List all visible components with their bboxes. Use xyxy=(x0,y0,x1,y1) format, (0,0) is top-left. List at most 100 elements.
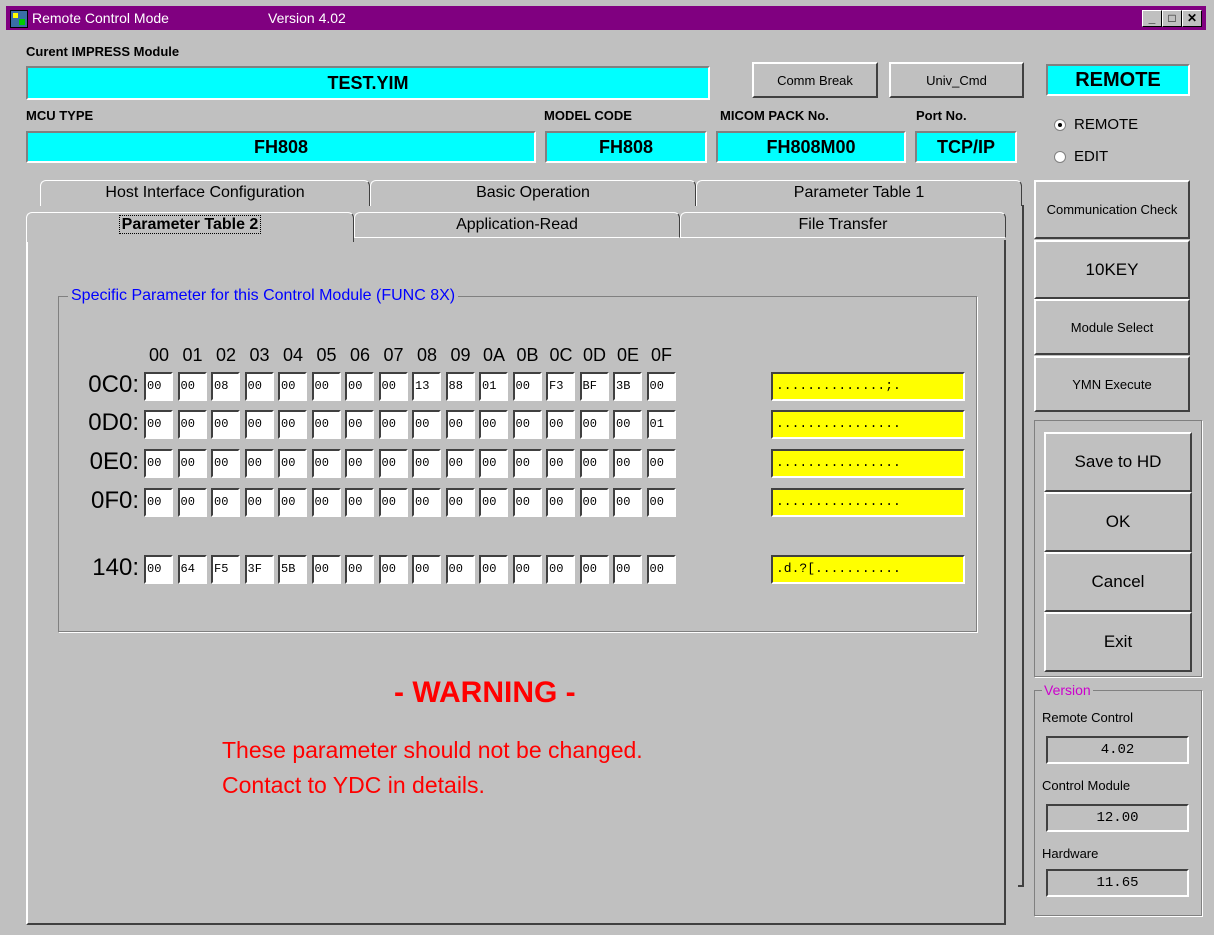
hex-byte-cell[interactable]: 00 xyxy=(613,488,642,517)
hex-byte-cell[interactable]: 00 xyxy=(613,555,642,584)
hex-byte-cell[interactable]: 00 xyxy=(579,449,609,478)
hex-byte-cell[interactable]: 00 xyxy=(646,449,676,478)
hex-byte-cell[interactable]: 00 xyxy=(244,372,274,401)
hex-byte-cell[interactable]: 5B xyxy=(278,555,307,584)
minimize-button[interactable]: _ xyxy=(1142,10,1162,27)
hex-byte-cell[interactable]: 00 xyxy=(278,410,307,439)
hex-byte-cell[interactable]: 00 xyxy=(412,488,441,517)
hex-byte-cell[interactable]: 00 xyxy=(244,488,274,517)
hex-byte-cell[interactable]: 00 xyxy=(177,372,207,401)
hex-byte-cell[interactable]: 00 xyxy=(311,488,341,517)
hex-byte-cell[interactable]: 00 xyxy=(613,410,642,439)
hex-byte-cell[interactable]: 00 xyxy=(345,555,374,584)
hex-byte-cell[interactable]: 00 xyxy=(479,410,508,439)
tab-basic-operation[interactable]: Basic Operation xyxy=(370,180,696,206)
hex-byte-cell[interactable]: 00 xyxy=(345,449,374,478)
hex-byte-cell[interactable]: 00 xyxy=(546,555,575,584)
hex-byte-cell[interactable]: 00 xyxy=(445,555,475,584)
hex-byte-cell[interactable]: 00 xyxy=(378,555,408,584)
save-to-hd-button[interactable]: Save to HD xyxy=(1044,432,1192,492)
hex-byte-cell[interactable]: 00 xyxy=(479,555,508,584)
close-button[interactable]: ✕ xyxy=(1182,10,1202,27)
hex-byte-cell[interactable]: 00 xyxy=(144,555,173,584)
title-bar[interactable]: Remote Control Mode Version 4.02 _ □ ✕ xyxy=(6,6,1206,30)
univ-cmd-button[interactable]: Univ_Cmd xyxy=(889,62,1024,98)
hex-byte-cell[interactable]: 00 xyxy=(177,410,207,439)
hex-byte-cell[interactable]: 00 xyxy=(512,372,542,401)
remote-radio[interactable]: REMOTE xyxy=(1054,116,1138,133)
hex-byte-cell[interactable]: 00 xyxy=(378,410,408,439)
hex-byte-cell[interactable]: 00 xyxy=(278,449,307,478)
hex-byte-cell[interactable]: 00 xyxy=(479,449,508,478)
hex-byte-cell[interactable]: 00 xyxy=(546,488,575,517)
hex-byte-cell[interactable]: 00 xyxy=(512,449,542,478)
tab-application-read[interactable]: Application-Read xyxy=(354,212,680,238)
hex-byte-cell[interactable]: 00 xyxy=(177,488,207,517)
hex-byte-cell[interactable]: 00 xyxy=(211,488,240,517)
hex-byte-cell[interactable]: 00 xyxy=(311,449,341,478)
hex-byte-cell[interactable]: 01 xyxy=(646,410,676,439)
tab-parameter-table-1[interactable]: Parameter Table 1 xyxy=(696,180,1022,206)
hex-byte-cell[interactable]: 00 xyxy=(144,449,173,478)
tab-file-transfer[interactable]: File Transfer xyxy=(680,212,1006,238)
hex-byte-cell[interactable]: 00 xyxy=(412,449,441,478)
hex-byte-cell[interactable]: 00 xyxy=(378,449,408,478)
hex-byte-cell[interactable]: 00 xyxy=(311,410,341,439)
edit-radio[interactable]: EDIT xyxy=(1054,148,1108,165)
hex-byte-cell[interactable]: 00 xyxy=(512,410,542,439)
hex-byte-cell[interactable]: 00 xyxy=(512,555,542,584)
hex-byte-cell[interactable]: 00 xyxy=(345,410,374,439)
tab-host-interface[interactable]: Host Interface Configuration xyxy=(40,180,370,206)
hex-byte-cell[interactable]: 00 xyxy=(546,410,575,439)
hex-byte-cell[interactable]: BF xyxy=(579,372,609,401)
communication-check-button[interactable]: Communication Check xyxy=(1034,180,1190,239)
hex-byte-cell[interactable]: 00 xyxy=(479,488,508,517)
app-icon[interactable] xyxy=(10,10,28,28)
hex-byte-cell[interactable]: 00 xyxy=(345,488,374,517)
hex-byte-cell[interactable]: 00 xyxy=(311,555,341,584)
module-select-button[interactable]: Module Select xyxy=(1034,299,1190,355)
hex-byte-cell[interactable]: 00 xyxy=(211,449,240,478)
cancel-button[interactable]: Cancel xyxy=(1044,552,1192,612)
hex-byte-cell[interactable]: 00 xyxy=(278,488,307,517)
hex-byte-cell[interactable]: 01 xyxy=(479,372,508,401)
tab-parameter-table-2[interactable]: Parameter Table 2 xyxy=(26,212,354,242)
hex-byte-cell[interactable]: 00 xyxy=(244,410,274,439)
hex-byte-cell[interactable]: 00 xyxy=(412,410,441,439)
hex-byte-cell[interactable]: 00 xyxy=(613,449,642,478)
hex-byte-cell[interactable]: 00 xyxy=(345,372,374,401)
hex-byte-cell[interactable]: 00 xyxy=(579,555,609,584)
hex-byte-cell[interactable]: 00 xyxy=(378,488,408,517)
hex-byte-cell[interactable]: 00 xyxy=(546,449,575,478)
hex-byte-cell[interactable]: 00 xyxy=(311,372,341,401)
hex-byte-cell[interactable]: 00 xyxy=(144,372,173,401)
hex-byte-cell[interactable]: 00 xyxy=(177,449,207,478)
hex-byte-cell[interactable]: 00 xyxy=(211,410,240,439)
hex-byte-cell[interactable]: 08 xyxy=(211,372,240,401)
hex-byte-cell[interactable]: 00 xyxy=(244,449,274,478)
hex-byte-cell[interactable]: 00 xyxy=(579,488,609,517)
hex-byte-cell[interactable]: 3B xyxy=(613,372,642,401)
hex-byte-cell[interactable]: 13 xyxy=(412,372,441,401)
ymn-execute-button[interactable]: YMN Execute xyxy=(1034,356,1190,412)
hex-byte-cell[interactable]: 00 xyxy=(445,410,475,439)
hex-byte-cell[interactable]: 00 xyxy=(445,488,475,517)
hex-byte-cell[interactable]: 00 xyxy=(278,372,307,401)
hex-byte-cell[interactable]: 00 xyxy=(378,372,408,401)
tenkey-button[interactable]: 10KEY xyxy=(1034,240,1190,299)
ok-button[interactable]: OK xyxy=(1044,492,1192,552)
hex-byte-cell[interactable]: 00 xyxy=(646,372,676,401)
hex-byte-cell[interactable]: F3 xyxy=(546,372,575,401)
hex-byte-cell[interactable]: F5 xyxy=(211,555,240,584)
hex-byte-cell[interactable]: 3F xyxy=(244,555,274,584)
hex-byte-cell[interactable]: 00 xyxy=(144,488,173,517)
hex-byte-cell[interactable]: 00 xyxy=(512,488,542,517)
hex-byte-cell[interactable]: 00 xyxy=(144,410,173,439)
hex-byte-cell[interactable]: 00 xyxy=(579,410,609,439)
hex-byte-cell[interactable]: 00 xyxy=(412,555,441,584)
hex-byte-cell[interactable]: 00 xyxy=(646,555,676,584)
hex-byte-cell[interactable]: 64 xyxy=(177,555,207,584)
hex-byte-cell[interactable]: 00 xyxy=(646,488,676,517)
hex-byte-cell[interactable]: 88 xyxy=(445,372,475,401)
hex-byte-cell[interactable]: 00 xyxy=(445,449,475,478)
